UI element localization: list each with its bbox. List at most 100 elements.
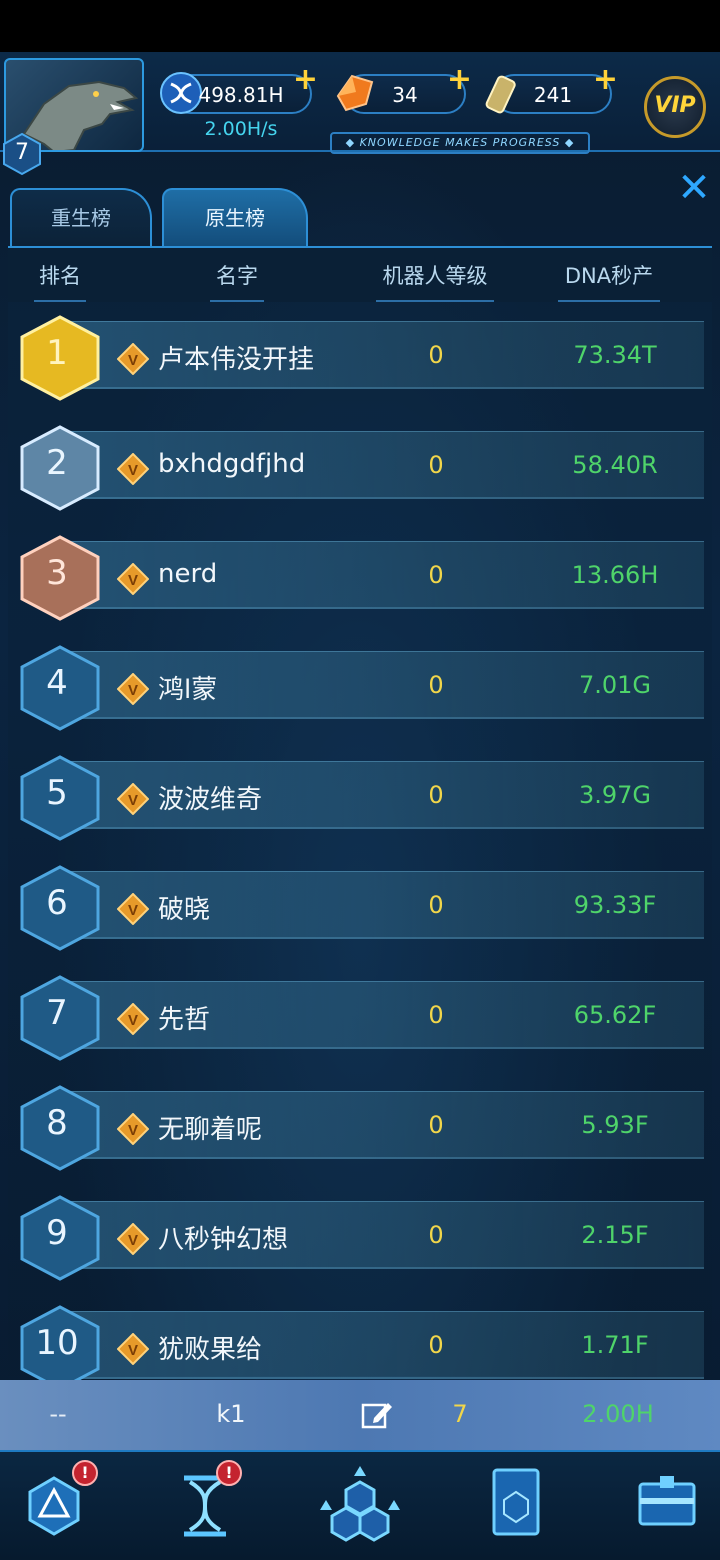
player-name: 鸿l蒙 (158, 675, 218, 705)
vip-diamond-icon: V (117, 1113, 149, 1145)
vip-diamond-icon: V (117, 343, 149, 375)
dna-per-second: 65.62F (573, 1001, 657, 1029)
alert-badge: ! (216, 1460, 242, 1486)
add-dna-button[interactable]: + (293, 62, 318, 97)
leaderboard-row[interactable]: 3 Vnerd 0 13.66H (0, 533, 720, 633)
player-name: 八秒钟幻想 (158, 1225, 289, 1255)
rank-number: 9 (46, 1213, 68, 1253)
rank-number: 10 (35, 1323, 79, 1363)
robot-level: 0 (428, 341, 444, 369)
edit-name-icon[interactable] (360, 1398, 394, 1432)
close-button[interactable]: ✕ (674, 168, 714, 208)
nav-shop-button[interactable] (620, 1460, 720, 1550)
svg-text:V: V (128, 1122, 138, 1139)
dna-per-second: 13.66H (571, 561, 659, 589)
leaderboard-row[interactable]: 8 V 无聊着呢 0 5.93F (0, 1083, 720, 1183)
leaderboard-row[interactable]: 7 V 先哲 0 65.62F (0, 973, 720, 1073)
column-robot-level: 机器人等级 (376, 260, 494, 302)
dna-per-second: 1.71F (581, 1331, 649, 1359)
player-name: 波波维奇 (158, 785, 263, 815)
vip-diamond-icon: V (117, 673, 149, 705)
vip-diamond-icon: V (117, 1333, 149, 1365)
motto-banner: ◆ KNOWLEDGE MAKES PROGRESS ◆ (330, 132, 590, 154)
dna-per-second: 58.40R (572, 451, 658, 479)
tab-native-board[interactable]: 原生榜 (162, 188, 308, 246)
status-bar-area (0, 0, 720, 52)
leaderboard-row[interactable]: 2 Vbxhdgdfjhd 0 58.40R (0, 423, 720, 523)
vip-diamond-icon: V (117, 1003, 149, 1035)
dna-resource: 498.81H + (160, 62, 318, 114)
resource-header: 7 498.81H + 2.00H/s 34 + 241 + ◆ KNOWLED… (0, 52, 720, 176)
nav-lab-button[interactable] (310, 1460, 410, 1550)
add-gem-button[interactable]: + (447, 62, 472, 97)
gem-resource: 34 + (336, 62, 472, 114)
chest-icon (638, 1476, 696, 1526)
leaderboard-row[interactable]: 6 V 破晓 0 93.33F (0, 863, 720, 963)
player-name: nerd (158, 559, 218, 589)
dna-per-second: 2.15F (581, 1221, 649, 1249)
svg-text:V: V (128, 792, 138, 809)
robot-level: 0 (428, 1221, 444, 1249)
bottom-nav: ! ! (0, 1450, 720, 1560)
robot-level: 0 (428, 891, 444, 919)
column-dna-rate: DNA秒产 (558, 260, 660, 302)
rank-number: 4 (46, 663, 68, 703)
vip-button[interactable]: VIP (644, 76, 706, 138)
vip-diamond-icon: V (117, 1223, 149, 1255)
rank-number: 1 (46, 333, 68, 373)
svg-text:V: V (128, 572, 138, 589)
nav-dna-button[interactable]: ! (156, 1460, 256, 1550)
dna-rate: 2.00H/s (204, 118, 278, 140)
dna-per-second: 5.93F (581, 1111, 649, 1139)
column-rank: 排名 (34, 260, 86, 302)
add-canister-button[interactable]: + (593, 62, 618, 97)
my-rank-row: -- k1 7 2.00H (0, 1380, 720, 1450)
svg-text:V: V (128, 682, 138, 699)
svg-text:V: V (128, 902, 138, 919)
rank-number: 2 (46, 443, 68, 483)
rank-number: 8 (46, 1103, 68, 1143)
dna-per-second: 7.01G (578, 671, 652, 699)
leaderboard-screen: 7 498.81H + 2.00H/s 34 + 241 + ◆ KNOWLED… (0, 0, 720, 1560)
rank-number: 5 (46, 773, 68, 813)
tab-label: 原生榜 (205, 206, 265, 230)
player-name: 卢本伟没开挂 (158, 345, 315, 375)
vip-diamond-icon: V (117, 783, 149, 815)
leaderboard-row[interactable]: 5 V 波波维奇 0 3.97G (0, 753, 720, 853)
my-rank: -- (49, 1400, 67, 1428)
column-name: 名字 (210, 260, 264, 302)
dna-per-second: 3.97G (578, 781, 652, 809)
player-level: 7 (15, 140, 29, 165)
vip-diamond-icon: V (117, 563, 149, 595)
robot-level: 0 (428, 451, 444, 479)
hexagon-cluster-icon (320, 1466, 400, 1542)
leaderboard-row[interactable]: 1 V 卢本伟没开挂 0 73.34T (0, 313, 720, 413)
my-level: 7 (452, 1400, 468, 1428)
vip-diamond-icon: V (117, 453, 149, 485)
player-name: bxhdgdfjhd (158, 449, 306, 479)
card-icon (492, 1468, 540, 1536)
alert-badge: ! (72, 1460, 98, 1486)
robot-level: 0 (428, 781, 444, 809)
svg-text:V: V (128, 1232, 138, 1249)
leaderboard-row[interactable]: 4 V 鸿l蒙 0 7.01G (0, 643, 720, 743)
vip-label: VIP (654, 93, 696, 118)
rank-number: 3 (46, 553, 68, 593)
player-level-badge: 7 (2, 132, 42, 176)
robot-level: 0 (428, 561, 444, 589)
rank-number: 7 (46, 993, 68, 1033)
leaderboard-row[interactable]: 9 V 八秒钟幻想 0 2.15F (0, 1193, 720, 1293)
nav-cards-button[interactable] (468, 1460, 568, 1550)
svg-text:V: V (128, 352, 138, 369)
tab-label: 重生榜 (51, 206, 111, 230)
player-name: 破晓 (158, 895, 211, 925)
robot-level: 0 (428, 1111, 444, 1139)
my-name: k1 (216, 1400, 246, 1428)
dna-per-second: 73.34T (573, 341, 657, 369)
canister-resource: 241 + (485, 62, 618, 114)
tab-rebirth-board[interactable]: 重生榜 (10, 188, 152, 246)
rank-number: 6 (46, 883, 68, 923)
my-dna: 2.00H (582, 1400, 654, 1428)
robot-level: 0 (428, 671, 444, 699)
nav-evolve-button[interactable]: ! (6, 1460, 106, 1550)
